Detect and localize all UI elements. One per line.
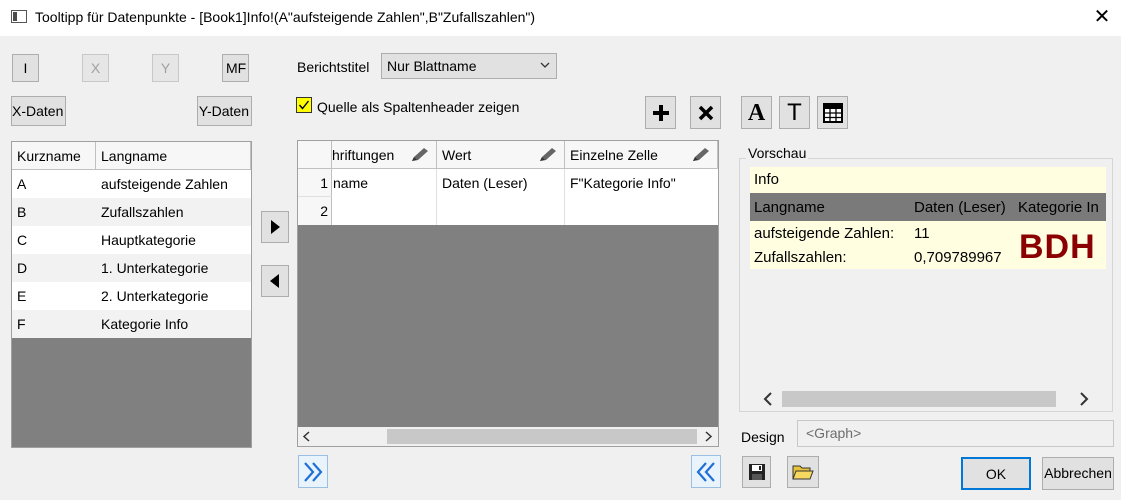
open-button[interactable]: [787, 456, 819, 488]
row-long-name: 2. Unterkategorie: [101, 288, 209, 304]
row-number[interactable]: 2: [298, 197, 332, 225]
pencil-icon[interactable]: [410, 147, 430, 163]
column-header-labels-text: hriftungen: [332, 147, 395, 163]
chevron-down-icon: [540, 62, 550, 68]
x-button[interactable]: X: [82, 54, 109, 82]
column-header-short-name[interactable]: Kurzname: [12, 142, 96, 170]
open-folder-icon: [792, 465, 814, 480]
row-long-name: 1. Unterkategorie: [101, 260, 209, 276]
column-header-single-cell[interactable]: Einzelne Zelle: [565, 141, 718, 169]
preview-header: Langname Daten (Leser) Kategorie In: [750, 193, 1106, 221]
row-long-name: Zufallszahlen: [101, 204, 184, 220]
delete-row-button[interactable]: [690, 96, 721, 129]
cell-label[interactable]: name: [332, 169, 437, 197]
row-long-name: Kategorie Info: [101, 316, 189, 332]
preview-horizontal-scrollbar[interactable]: [750, 389, 1106, 409]
column-header-value-text: Wert: [442, 147, 472, 163]
column-header-labels[interactable]: hriftungen: [332, 141, 437, 169]
x-icon: [698, 105, 713, 120]
report-title-label: Berichtstitel: [297, 59, 370, 75]
tooltip-rows-table: hriftungen Wert Einzelne Zelle 1 name Da…: [297, 140, 719, 447]
row-short-name: F: [17, 316, 26, 332]
double-chevron-right-icon: [304, 461, 323, 482]
mf-button[interactable]: MF: [222, 54, 249, 82]
corner-header: [298, 141, 332, 169]
row-number[interactable]: 1: [298, 169, 332, 197]
scroll-right-icon[interactable]: [1078, 392, 1090, 406]
bdh-logo: BDH: [1019, 228, 1096, 266]
cell-single[interactable]: F"Kategorie Info": [565, 169, 718, 197]
show-source-checkbox[interactable]: [296, 97, 312, 113]
design-label: Design: [741, 429, 785, 445]
scroll-thumb[interactable]: [387, 429, 697, 444]
collapse-button[interactable]: [691, 455, 721, 488]
expand-button[interactable]: [298, 455, 328, 488]
double-chevron-left-icon: [696, 461, 715, 482]
scroll-left-icon[interactable]: [302, 431, 312, 442]
column-header-long-name[interactable]: Langname: [96, 142, 251, 170]
row-short-name: B: [17, 204, 27, 220]
variables-table: Kurzname Langname A aufsteigende Zahlen …: [11, 141, 252, 448]
column-header-single-cell-text: Einzelne Zelle: [570, 147, 658, 163]
y-data-button[interactable]: Y-Daten: [197, 96, 252, 126]
row-long-name: aufsteigende Zahlen: [101, 176, 228, 192]
triangle-left-icon: [270, 274, 279, 288]
cancel-button[interactable]: Abbrechen: [1042, 457, 1114, 490]
y-button[interactable]: Y: [152, 54, 179, 82]
font-icon: A: [747, 99, 766, 126]
pencil-icon[interactable]: [691, 147, 711, 163]
triangle-right-icon: [271, 220, 280, 234]
i-button[interactable]: I: [12, 54, 39, 82]
preview-header-category: Kategorie In: [1018, 199, 1099, 216]
text-icon: T: [787, 98, 802, 126]
cell-single[interactable]: [565, 197, 718, 225]
ok-button[interactable]: OK: [961, 457, 1031, 490]
preview-row-value: 11: [914, 225, 930, 242]
cell-label[interactable]: [332, 197, 437, 225]
scroll-left-icon[interactable]: [762, 392, 774, 406]
preview-row-label: aufsteigende Zahlen:: [754, 225, 895, 242]
checkmark-icon: [298, 100, 310, 110]
preview-row-value: 0,709789967: [914, 249, 1002, 266]
row-short-name: C: [17, 232, 28, 248]
design-field[interactable]: <Graph>: [797, 420, 1114, 447]
pencil-icon[interactable]: [538, 147, 558, 163]
move-right-button[interactable]: [261, 211, 289, 243]
title-bar: Tooltipp für Datenpunkte - [Book1]Info!(…: [0, 0, 1121, 36]
show-source-label: Quelle als Spaltenheader zeigen: [317, 99, 520, 115]
close-button[interactable]: ✕: [1088, 3, 1116, 31]
cell-value[interactable]: [437, 197, 565, 225]
report-title-value: Nur Blattname: [387, 58, 477, 74]
column-header-value[interactable]: Wert: [437, 141, 565, 169]
plus-icon: [652, 104, 669, 121]
cell-value[interactable]: Daten (Leser): [437, 169, 565, 197]
row-long-name: Hauptkategorie: [101, 232, 196, 248]
add-row-button[interactable]: [645, 96, 676, 129]
table-icon: [822, 102, 843, 123]
window-title: Tooltipp für Datenpunkte - [Book1]Info!(…: [35, 9, 536, 25]
move-left-button[interactable]: [261, 265, 289, 297]
preview-header-data: Daten (Leser): [914, 199, 1006, 216]
table-button[interactable]: [817, 96, 848, 129]
report-title-select[interactable]: Nur Blattname: [381, 53, 557, 79]
font-button[interactable]: A: [741, 96, 772, 129]
preview-group-title: Vorschau: [746, 145, 809, 161]
x-data-button[interactable]: X-Daten: [11, 96, 66, 126]
app-icon: [11, 10, 27, 23]
save-icon: [748, 464, 765, 480]
preview-row-label: Zufallszahlen:: [754, 249, 847, 266]
row-short-name: E: [17, 288, 27, 304]
preview-info: Info: [750, 167, 1106, 193]
row-short-name: A: [17, 176, 27, 192]
save-button[interactable]: [742, 456, 771, 488]
horizontal-scrollbar[interactable]: [298, 427, 718, 446]
scroll-thumb[interactable]: [782, 391, 1056, 407]
preview-header-long-name: Langname: [754, 199, 825, 216]
text-button[interactable]: T: [779, 96, 810, 129]
scroll-right-icon[interactable]: [703, 431, 713, 442]
row-short-name: D: [17, 260, 28, 276]
